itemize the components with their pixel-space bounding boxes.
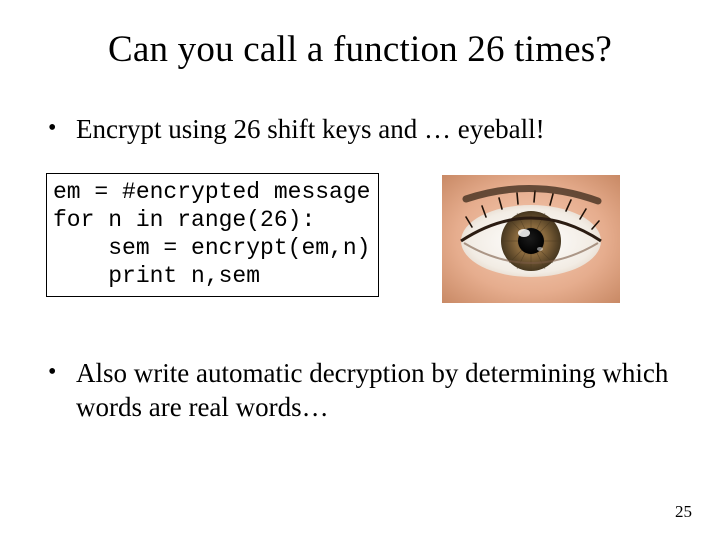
eye-image [442,175,620,303]
bullet-item-1: Encrypt using 26 shift keys and … eyebal… [46,113,674,147]
code-block: em = #encrypted message for n in range(2… [46,173,379,297]
bullet-list: Encrypt using 26 shift keys and … eyebal… [46,113,674,147]
slide-title: Can you call a function 26 times? [46,28,674,71]
page-number: 25 [675,502,692,522]
bullet-list-2: Also write automatic decryption by deter… [46,357,674,425]
eye-icon [442,175,620,303]
bullet-item-2: Also write automatic decryption by deter… [46,357,674,425]
code-and-image-row: em = #encrypted message for n in range(2… [46,169,674,297]
